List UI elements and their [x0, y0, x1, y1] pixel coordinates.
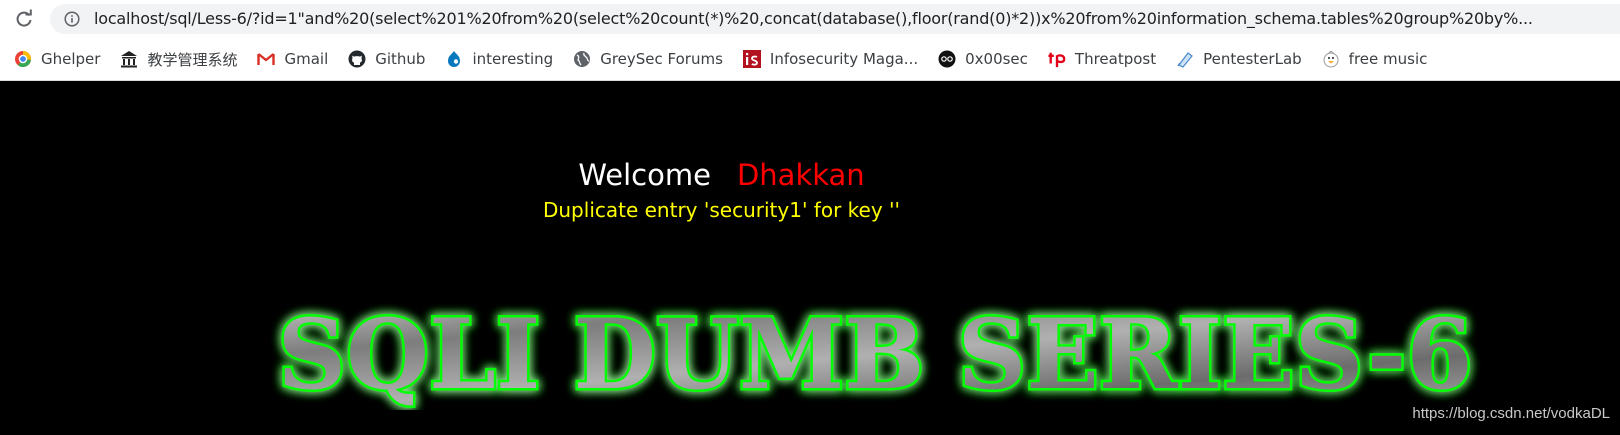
- pentesterlab-icon: [1176, 50, 1194, 68]
- bookmark-threatpost[interactable]: Threatpost: [1048, 50, 1156, 68]
- address-bar[interactable]: localhost/sql/Less-6/?id=1"and%20(select…: [50, 4, 1620, 34]
- bookmark-free-music[interactable]: free music: [1322, 50, 1428, 68]
- banner-text: SQLI DUMB SERIES-6: [278, 298, 1473, 410]
- duck-icon: [1322, 50, 1340, 68]
- bookmark-gmail[interactable]: Gmail: [257, 50, 328, 68]
- bookmark-infosecurity[interactable]: Infosecurity Maga...: [742, 50, 919, 68]
- watermark: https://blog.csdn.net/vodkaDL: [1412, 405, 1610, 422]
- bookmark-label: interesting: [472, 50, 554, 68]
- bookmark-ghelper[interactable]: Ghelper: [14, 50, 100, 68]
- bookmark-label: Github: [375, 50, 426, 68]
- bookmark-label: Ghelper: [41, 50, 101, 68]
- welcome-text: Welcome: [578, 158, 711, 192]
- bookmark-label: 教学管理系统: [147, 50, 238, 69]
- github-icon: [348, 50, 366, 68]
- bookmark-teaching-system[interactable]: 教学管理系统: [120, 49, 237, 70]
- bookmark-label: PentesterLab: [1203, 50, 1302, 68]
- gmail-icon: [257, 50, 276, 68]
- bookmark-0x00sec[interactable]: 0x00sec: [938, 50, 1028, 68]
- threatpost-icon: [1048, 50, 1066, 68]
- infosecurity-icon: [742, 50, 761, 68]
- ghelper-icon: [14, 50, 32, 68]
- bookmark-label: Infosecurity Maga...: [769, 50, 919, 68]
- site-info-icon[interactable]: [64, 11, 80, 27]
- bookmark-label: free music: [1348, 50, 1428, 68]
- error-message: Duplicate entry 'security1' for key '': [542, 198, 901, 222]
- bookmarks-bar: Ghelper 教学管理系统 Gmail Github interesting …: [0, 38, 1620, 81]
- bookmark-greysec[interactable]: GreySec Forums: [573, 50, 723, 68]
- bookmark-label: 0x00sec: [965, 50, 1028, 68]
- building-icon: [120, 50, 138, 68]
- bookmark-github[interactable]: Github: [348, 50, 425, 68]
- bookmark-label: GreySec Forums: [600, 50, 723, 68]
- bookmark-label: Threatpost: [1074, 50, 1157, 68]
- url-text[interactable]: localhost/sql/Less-6/?id=1"and%20(select…: [94, 9, 1533, 28]
- globe-icon: [573, 50, 591, 68]
- bookmark-interesting[interactable]: interesting: [445, 50, 553, 68]
- 0x00sec-icon: [938, 50, 956, 68]
- bookmark-pentesterlab[interactable]: PentesterLab: [1176, 50, 1302, 68]
- reload-icon[interactable]: [12, 7, 36, 31]
- series-banner-image: SQLI DUMB SERIES-6: [240, 290, 1510, 414]
- drupal-icon: [445, 50, 463, 68]
- welcome-line: Welcome Dhakkan: [0, 158, 1443, 192]
- bookmark-label: Gmail: [284, 50, 329, 68]
- browser-toolbar: localhost/sql/Less-6/?id=1"and%20(select…: [0, 0, 1620, 38]
- user-name: Dhakkan: [736, 158, 865, 192]
